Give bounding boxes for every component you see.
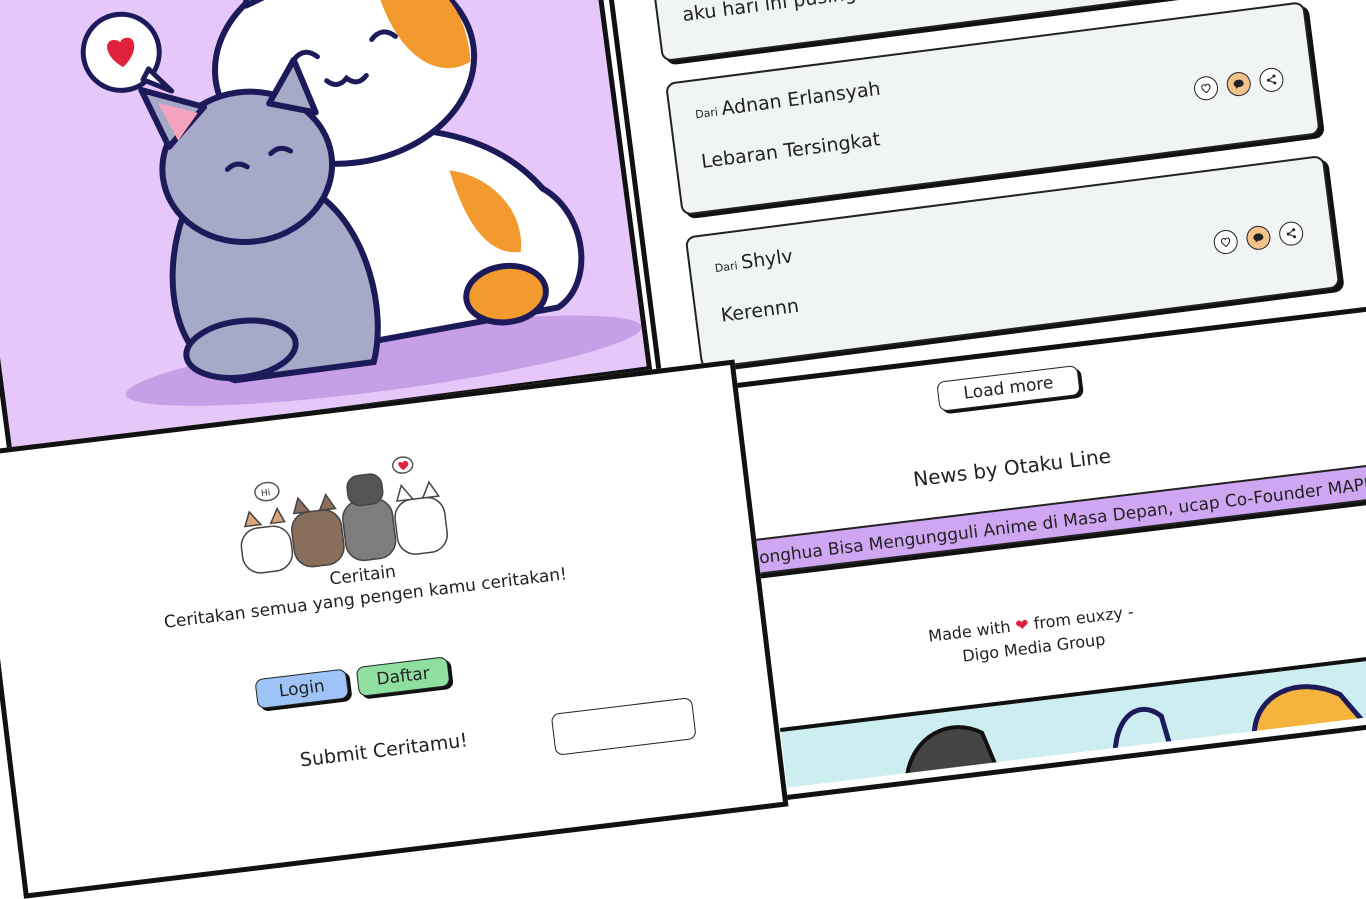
heart-bubble-icon: [80, 11, 175, 94]
heart-icon[interactable]: [1212, 228, 1240, 256]
story-actions: [1192, 66, 1285, 102]
share-icon[interactable]: [1277, 220, 1305, 248]
from-text: from euxzy -: [1032, 602, 1135, 633]
chat-icon[interactable]: [1225, 70, 1253, 98]
submit-input[interactable]: [550, 697, 697, 756]
heart-icon[interactable]: [1192, 74, 1220, 102]
story-author: DariAdnan Erlansyah: [694, 77, 882, 124]
story-actions: [1212, 220, 1305, 256]
landing-section: Hi Ceritain Ceritakan semua yang pengen …: [0, 359, 789, 899]
author-name: Shylv: [739, 245, 795, 274]
story-author: DariShylv: [713, 245, 794, 277]
from-prefix: Dari: [694, 105, 719, 122]
load-more-button[interactable]: Load more: [936, 364, 1081, 412]
hi-bubble-icon: Hi: [254, 481, 280, 502]
register-button[interactable]: Daftar: [355, 656, 451, 698]
story-message: aku hari ini pusing: [681, 0, 858, 27]
story-message: Kerennn: [719, 294, 801, 327]
login-button[interactable]: Login: [254, 668, 350, 710]
share-icon[interactable]: [1258, 66, 1285, 94]
author-name: Adnan Erlansyah: [720, 77, 882, 120]
from-prefix: Dari: [714, 259, 739, 276]
hi-bubble-text: Hi: [261, 488, 271, 499]
chat-icon[interactable]: [1245, 224, 1272, 252]
story-message: Lebaran Tersingkat: [699, 128, 882, 173]
heart-icon: ❤: [1014, 614, 1030, 636]
